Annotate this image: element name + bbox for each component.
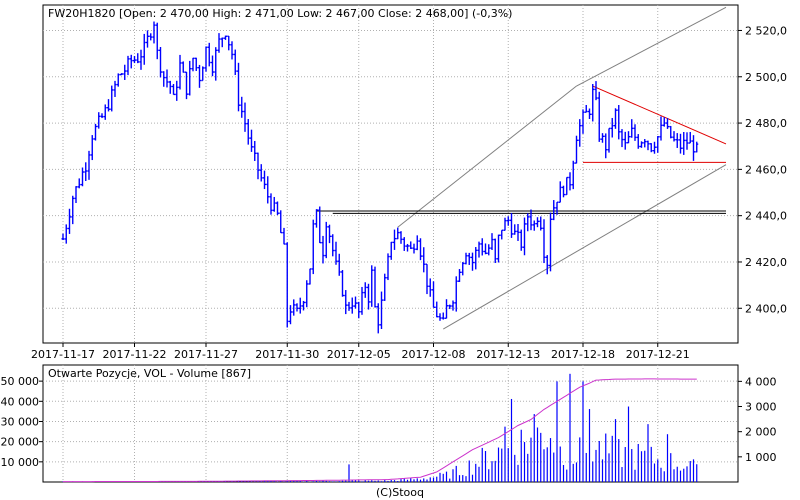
price-tick-label: 2 460,0 — [745, 163, 787, 176]
date-tick-label: 2017-12-13 — [476, 348, 540, 361]
date-axis: 2017-11-17 2017-11-22 2017-11-27 2017-11-30… — [31, 343, 690, 361]
price-tick-label: 2 440,0 — [745, 210, 787, 223]
open-interest-tick-label: 30 000 — [1, 415, 40, 428]
price-axis: 2 400,0 2 420,0 2 440,0 2 460,0 2 480,0 2 500… — [738, 24, 787, 315]
date-tick-label: 2017-12-18 — [551, 348, 615, 361]
open-interest-tick-label: 20 000 — [1, 436, 40, 449]
volume-tick-label: 3 000 — [745, 401, 777, 414]
volume-frame — [42, 364, 739, 483]
price-panel: 2 400,0 2 420,0 2 440,0 2 460,0 2 480,0 2 500… — [31, 4, 787, 361]
open-interest-axis: 10 000 20 000 30 000 40 000 50 000 — [1, 375, 43, 469]
price-tick-label: 2 480,0 — [745, 117, 787, 130]
date-tick-label: 2017-11-22 — [103, 348, 167, 361]
open-interest-tick-label: 40 000 — [1, 395, 40, 408]
volume-tick-label: 4 000 — [745, 375, 777, 388]
date-tick-label: 2017-11-30 — [255, 348, 319, 361]
volume-tick-label: 1 000 — [745, 451, 777, 464]
date-tick-label: 2017-12-08 — [402, 348, 466, 361]
copyright: (C)Stooq — [376, 486, 424, 499]
price-tick-label: 2 500,0 — [745, 71, 787, 84]
stock-chart: 2 400,0 2 420,0 2 440,0 2 460,0 2 480,0 2 500… — [1, 4, 787, 499]
open-interest-tick-label: 10 000 — [1, 456, 40, 469]
volume-panel: 10 000 20 000 30 000 40 000 50 000 1 000 2 00… — [1, 364, 777, 483]
date-tick-label: 2017-11-17 — [31, 348, 95, 361]
price-tick-label: 2 420,0 — [745, 256, 787, 269]
price-header: FW20H1820 [Open: 2 470,00 High: 2 471,00… — [48, 7, 512, 20]
volume-tick-label: 2 000 — [745, 426, 777, 439]
volume-header: Otwarte Pozycje, VOL - Volume [867] — [48, 367, 251, 380]
open-interest-tick-label: 50 000 — [1, 375, 40, 388]
date-tick-label: 2017-11-27 — [174, 348, 238, 361]
date-tick-label: 2017-12-05 — [327, 348, 391, 361]
price-tick-label: 2 400,0 — [745, 302, 787, 315]
date-tick-label: 2017-12-21 — [626, 348, 690, 361]
price-tick-label: 2 520,0 — [745, 24, 787, 37]
volume-axis: 1 000 2 000 3 000 4 000 — [738, 375, 777, 464]
